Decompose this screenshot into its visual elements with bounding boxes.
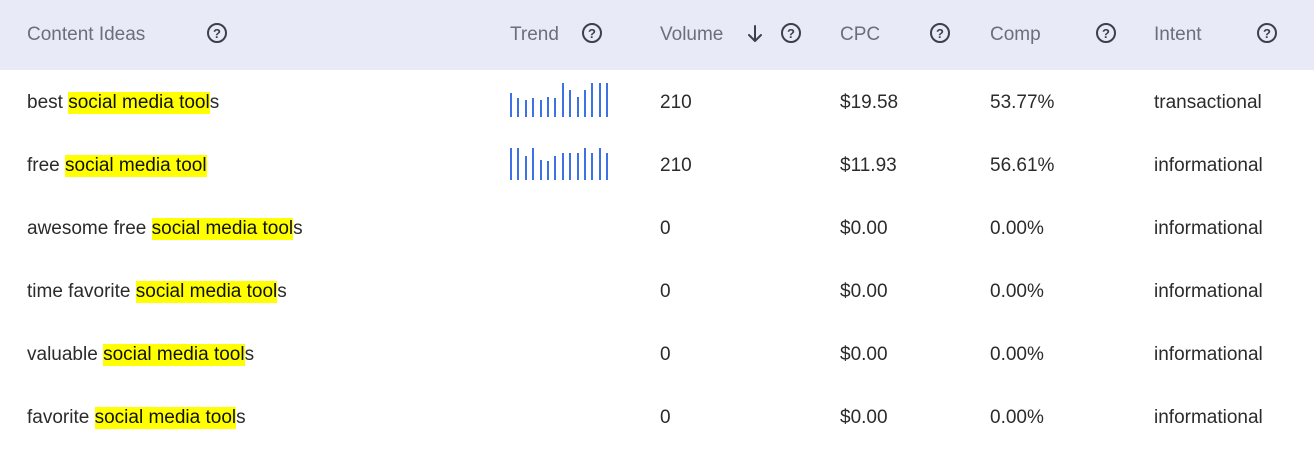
trend-bar <box>540 100 542 117</box>
header-volume[interactable]: Volume <box>660 0 723 70</box>
keyword-highlight: social media tool <box>94 406 237 429</box>
keyword-cell[interactable]: awesome free social media tool s <box>27 197 303 260</box>
header-cpc[interactable]: CPC <box>840 0 880 70</box>
trend-bar <box>510 93 512 117</box>
trend-bar <box>525 156 527 180</box>
help-icon-volume[interactable]: ? <box>781 23 801 43</box>
keyword-highlight: social media tool <box>65 154 207 177</box>
volume-cell: 210 <box>660 91 692 113</box>
table-row[interactable]: time favorite social media tool s 0 $0.00 0.… <box>0 260 1314 323</box>
table-row[interactable]: favorite social media tool s 0 $0.00 0.00% in… <box>0 386 1314 449</box>
trend-bar <box>532 98 534 117</box>
trend-sparkline <box>510 144 616 180</box>
table-row[interactable]: free social media tool 210 $11.93 56.61% inf… <box>0 134 1314 197</box>
trend-bar <box>547 97 549 117</box>
trend-bar <box>577 153 579 180</box>
keyword-highlight: social media tool <box>68 91 210 114</box>
help-icon-content-ideas[interactable]: ? <box>207 23 227 43</box>
keyword-highlight: social media tool <box>103 343 245 366</box>
header-content-ideas[interactable]: Content Ideas <box>27 0 145 70</box>
intent-cell: transactional <box>1154 91 1262 113</box>
header-trend[interactable]: Trend <box>510 0 559 70</box>
trend-bar <box>606 83 608 117</box>
keyword-highlight: social media tool <box>135 280 278 303</box>
trend-bar <box>577 97 579 117</box>
keyword-cell[interactable]: favorite social media tool s <box>27 386 246 449</box>
cpc-cell: $11.93 <box>840 154 897 176</box>
comp-cell: 53.77% <box>990 91 1055 113</box>
comp-cell: 0.00% <box>990 217 1044 239</box>
cpc-cell: $0.00 <box>840 217 888 239</box>
volume-cell: 0 <box>660 406 671 428</box>
intent-cell: informational <box>1154 343 1263 365</box>
trend-bar <box>599 148 601 180</box>
trend-bar <box>547 161 549 180</box>
intent-cell: informational <box>1154 217 1263 239</box>
volume-cell: 0 <box>660 217 671 239</box>
volume-cell: 0 <box>660 343 671 365</box>
comp-cell: 0.00% <box>990 406 1044 428</box>
header-comp[interactable]: Comp <box>990 0 1041 70</box>
trend-bar <box>606 153 608 180</box>
trend-bar <box>532 148 534 180</box>
table-row[interactable]: best social media tool s 210 $19.58 53.77% tr… <box>0 71 1314 134</box>
comp-cell: 0.00% <box>990 343 1044 365</box>
keyword-prefix: best <box>27 91 69 113</box>
comp-cell: 0.00% <box>990 280 1044 302</box>
trend-bar <box>584 90 586 117</box>
trend-bar <box>591 153 593 180</box>
table-row[interactable]: awesome free social media tool s 0 $0.00 0.0… <box>0 197 1314 260</box>
keyword-cell[interactable]: best social media tool s <box>27 71 219 134</box>
keyword-cell[interactable]: time favorite social media tool s <box>27 260 287 323</box>
keyword-suffix: s <box>236 406 246 428</box>
table-row[interactable]: valuable social media tool s 0 $0.00 0.00% in… <box>0 323 1314 386</box>
intent-cell: informational <box>1154 406 1263 428</box>
volume-cell: 0 <box>660 280 671 302</box>
keyword-prefix: awesome free <box>27 217 152 239</box>
keyword-table: Content Ideas ? Trend ? Volume ? CPC ? C… <box>0 0 1314 439</box>
keyword-prefix: free <box>27 154 66 176</box>
trend-bar <box>517 98 519 117</box>
trend-bar <box>510 148 512 180</box>
cpc-cell: $0.00 <box>840 406 888 428</box>
intent-cell: informational <box>1154 280 1263 302</box>
trend-bar <box>525 100 527 117</box>
trend-bar <box>540 160 542 180</box>
trend-bar <box>517 148 519 180</box>
help-icon-trend[interactable]: ? <box>582 23 602 43</box>
trend-bar <box>562 153 564 180</box>
trend-bar <box>554 156 556 180</box>
trend-bar <box>591 83 593 117</box>
keyword-cell[interactable]: free social media tool <box>27 134 207 197</box>
trend-bar <box>569 153 571 180</box>
header-intent[interactable]: Intent <box>1154 0 1202 70</box>
sort-descending-icon[interactable] <box>747 24 763 44</box>
trend-bar <box>569 90 571 117</box>
table-header: Content Ideas ? Trend ? Volume ? CPC ? C… <box>0 0 1314 70</box>
cpc-cell: $19.58 <box>840 91 899 113</box>
keyword-suffix: s <box>244 343 255 365</box>
trend-bar <box>584 148 586 180</box>
keyword-suffix: s <box>209 91 220 113</box>
cpc-cell: $0.00 <box>840 343 888 365</box>
help-icon-intent[interactable]: ? <box>1257 23 1277 43</box>
cpc-cell: $0.00 <box>840 280 888 302</box>
keyword-prefix: favorite <box>27 406 95 428</box>
trend-bar <box>554 98 556 117</box>
keyword-prefix: time favorite <box>27 280 136 302</box>
trend-bar <box>562 83 564 117</box>
comp-cell: 56.61% <box>990 154 1055 176</box>
trend-bar <box>599 83 601 117</box>
intent-cell: informational <box>1154 154 1263 176</box>
help-icon-cpc[interactable]: ? <box>930 23 950 43</box>
keyword-suffix: s <box>277 280 287 302</box>
help-icon-comp[interactable]: ? <box>1096 23 1116 43</box>
volume-cell: 210 <box>660 154 692 176</box>
trend-sparkline <box>510 81 616 117</box>
keyword-highlight: social media tool <box>151 217 294 240</box>
keyword-cell[interactable]: valuable social media tool s <box>27 323 254 386</box>
keyword-suffix: s <box>293 217 303 239</box>
keyword-prefix: valuable <box>27 343 104 365</box>
